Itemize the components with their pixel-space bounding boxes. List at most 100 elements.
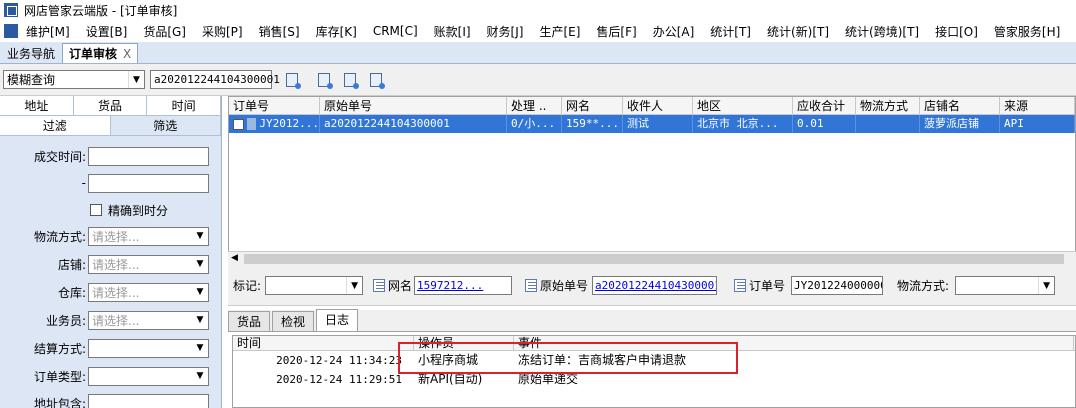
table-row[interactable]: JY2012... a202012244104300001 0/小... 159… (229, 115, 1075, 133)
copy-icon[interactable] (734, 279, 746, 292)
menu-purchase[interactable]: 采购[P] (194, 23, 251, 40)
order-type-select[interactable]: ▼ (88, 366, 209, 386)
shop-row: 店铺: 请选择... ▼ (0, 254, 222, 274)
menu-maintain[interactable]: 维护[M] (18, 23, 78, 40)
order-no-label: 订单号 (749, 279, 786, 293)
menu-aftersale[interactable]: 售后[F] (588, 23, 644, 40)
scroll-thumb[interactable] (244, 254, 1064, 264)
menu-accounts[interactable]: 账款[I] (426, 23, 479, 40)
row-checkbox[interactable] (233, 118, 244, 130)
order-type-label: 订单类型: (33, 369, 86, 384)
orig-no-field[interactable]: a202012244104300001 (592, 276, 718, 295)
log-col-time[interactable]: 时间 (233, 336, 414, 350)
shop-select[interactable]: 请选择... ▼ (88, 254, 209, 274)
app-menu-icon[interactable] (4, 24, 18, 38)
mark-label: 标记: (233, 279, 262, 293)
tab-screen[interactable]: 筛选 (110, 116, 221, 135)
orig-no-value[interactable]: a202012244104300001 (595, 279, 716, 292)
netname-value[interactable]: 1597212... (417, 279, 483, 292)
grid-horizontal-scrollbar[interactable]: ◀ (228, 251, 1076, 266)
menu-service[interactable]: 管家服务[H] (986, 23, 1068, 40)
menu-finance[interactable]: 财务[J] (479, 23, 532, 40)
menu-crm[interactable]: CRM[C] (365, 24, 426, 38)
tab-detail-goods[interactable]: 货品 (228, 311, 271, 331)
copy-icon[interactable] (525, 279, 537, 292)
col-process[interactable]: 处理 .. (507, 97, 562, 114)
logistics-filter-select[interactable]: ▼ (955, 276, 1056, 295)
title-bar: 网店管家云端版 - [订单审核] (0, 0, 1076, 20)
cell-recipient: 测试 (623, 115, 693, 133)
order-grid: 订单号 原始单号 处理 .. 网名 收件人 地区 应收合计 物流方式 店铺名 来… (228, 96, 1076, 266)
chevron-down-icon: ▼ (196, 287, 204, 297)
col-logistics[interactable]: 物流方式 (856, 97, 920, 114)
edit-query-button[interactable] (340, 70, 360, 90)
order-no-group: 订单号 JY2012240000000 (734, 276, 884, 295)
salesman-row: 业务员: 请选择... ▼ (0, 310, 222, 330)
deal-time-end-field[interactable] (88, 173, 209, 193)
col-recipient[interactable]: 收件人 (623, 97, 693, 114)
address-label: 地址包含: (33, 396, 86, 408)
deal-time-start-field[interactable] (88, 146, 209, 166)
highlight-box (398, 342, 738, 374)
cell-netname: 159**... (562, 115, 623, 133)
menu-stock[interactable]: 库存[K] (308, 23, 365, 40)
menu-stats-crossborder[interactable]: 统计(跨境)[T] (837, 23, 927, 40)
search-input[interactable]: a202012244104300001 (150, 70, 280, 89)
precise-checkbox[interactable] (90, 204, 102, 216)
clear-query-button[interactable] (366, 70, 386, 90)
new-query-button[interactable] (314, 70, 334, 90)
document-tabs: 业务导航 订单审核 X (0, 42, 1076, 64)
cell-logistics (856, 115, 920, 133)
mark-select[interactable]: ▼ (265, 276, 364, 295)
settle-row: 结算方式: ▼ (0, 338, 222, 358)
menu-production[interactable]: 生产[E] (531, 23, 588, 40)
col-region[interactable]: 地区 (693, 97, 793, 114)
col-shop[interactable]: 店铺名 (920, 97, 1000, 114)
copy-icon[interactable] (373, 279, 385, 292)
search-button[interactable] (282, 70, 302, 90)
tab-goods[interactable]: 货品 (74, 96, 148, 115)
app-logo-icon (4, 3, 18, 17)
netname-field[interactable]: 1597212... (414, 276, 513, 295)
menu-interface[interactable]: 接口[O] (927, 23, 986, 40)
menu-settings[interactable]: 设置[B] (78, 23, 136, 40)
query-mode-select[interactable]: 模糊查询 ▼ (3, 70, 145, 89)
col-orig-no[interactable]: 原始单号 (320, 97, 507, 114)
tab-time[interactable]: 时间 (147, 96, 222, 115)
menu-stats-new[interactable]: 统计(新)[T] (759, 23, 837, 40)
close-icon[interactable]: X (123, 47, 131, 61)
log-time: 2020-12-24 11:29:51 (276, 373, 402, 386)
search-doc-icon (286, 73, 301, 89)
tab-detail-log[interactable]: 日志 (316, 309, 359, 331)
warehouse-placeholder: 请选择... (92, 285, 140, 300)
salesman-placeholder: 请选择... (92, 313, 140, 328)
col-source[interactable]: 来源 (1000, 97, 1075, 114)
chevron-down-icon: ▼ (196, 231, 204, 241)
cell-order-no-text: JY2012... (259, 117, 319, 130)
col-amount[interactable]: 应收合计 (793, 97, 856, 114)
tab-detail-inspect[interactable]: 检视 (272, 311, 315, 331)
tab-address[interactable]: 地址 (0, 96, 74, 115)
col-netname[interactable]: 网名 (562, 97, 623, 114)
menu-stats[interactable]: 统计[T] (702, 23, 759, 40)
warehouse-select[interactable]: 请选择... ▼ (88, 282, 209, 302)
tab-filter[interactable]: 过滤 (0, 116, 111, 135)
scroll-left-icon[interactable]: ◀ (231, 253, 238, 263)
salesman-select[interactable]: 请选择... ▼ (88, 310, 209, 330)
tab-order-review[interactable]: 订单审核 X (62, 43, 139, 63)
col-order-no[interactable]: 订单号 (229, 97, 320, 114)
chevron-down-icon: ▼ (128, 71, 144, 88)
order-no-field[interactable]: JY2012240000000 (791, 276, 884, 295)
menu-goods[interactable]: 货品[G] (135, 23, 194, 40)
tab-business-nav[interactable]: 业务导航 (0, 43, 62, 63)
address-field[interactable] (88, 393, 209, 408)
cell-order-no: JY2012... (229, 115, 320, 133)
logistics-filter-label: 物流方式: (897, 279, 950, 293)
settle-label: 结算方式: (33, 341, 86, 356)
menu-sales[interactable]: 销售[S] (251, 23, 308, 40)
settle-select[interactable]: ▼ (88, 338, 209, 358)
menu-office[interactable]: 办公[A] (645, 23, 703, 40)
logistics-select[interactable]: 请选择... ▼ (88, 226, 209, 246)
chevron-down-icon: ▼ (196, 315, 204, 325)
filter-tabs-row2: 过滤 筛选 (0, 116, 221, 136)
